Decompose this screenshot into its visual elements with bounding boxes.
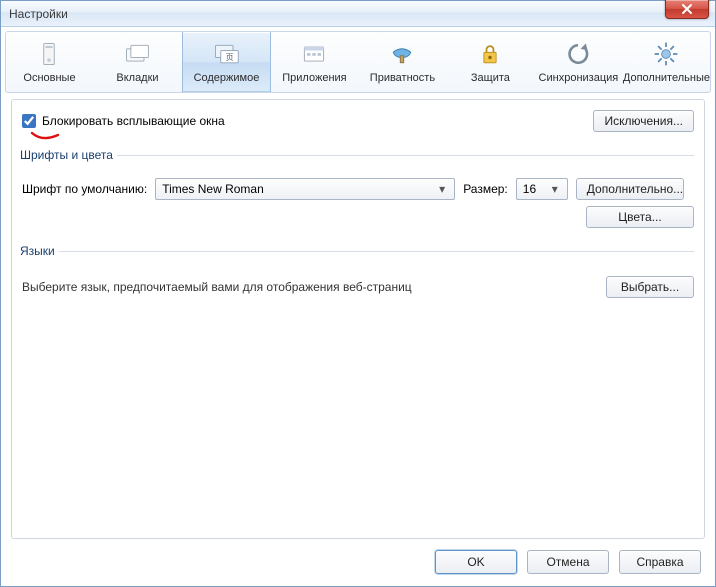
chevron-down-icon: ▾ [547,182,563,196]
general-icon [35,40,63,68]
dialog-buttons: OK Отмена Справка [435,550,701,574]
colors-button[interactable]: Цвета... [586,206,694,228]
ok-button[interactable]: OK [435,550,517,574]
fonts-colors-title: Шрифты и цвета [20,148,117,162]
close-icon [681,3,693,15]
languages-title: Языки [20,244,59,258]
font-size-value: 16 [523,182,536,196]
help-button[interactable]: Справка [619,550,701,574]
tab-security[interactable]: Защита [447,32,535,92]
choose-language-button[interactable]: Выбрать... [606,276,694,298]
exceptions-button[interactable]: Исключения... [593,110,694,132]
font-size-label: Размер: [463,182,508,196]
default-font-select[interactable]: Times New Roman ▾ [155,178,455,200]
advanced-icon [652,40,680,68]
close-button[interactable] [665,0,709,19]
tab-label: Дополнительные [623,72,710,84]
tab-label: Вкладки [116,72,158,84]
tab-label: Синхронизация [539,72,619,84]
default-font-label: Шрифт по умолчанию: [22,182,147,196]
tab-sync[interactable]: Синхронизация [535,32,623,92]
privacy-icon [388,40,416,68]
tab-label: Содержимое [194,72,260,84]
tab-applications[interactable]: Приложения [271,32,359,92]
tab-label: Защита [471,72,510,84]
tab-label: Приложения [282,72,346,84]
window-title: Настройки [9,7,68,21]
tab-tabs[interactable]: Вкладки [94,32,182,92]
svg-text:页: 页 [226,53,234,62]
tab-label: Приватность [370,72,435,84]
cancel-button[interactable]: Отмена [527,550,609,574]
sync-icon [564,40,592,68]
tab-advanced[interactable]: Дополнительные [623,32,710,92]
fonts-advanced-button[interactable]: Дополнительно... [576,178,684,200]
tab-content[interactable]: 页 Содержимое [182,32,271,92]
block-popups-label: Блокировать всплывающие окна [42,114,225,128]
languages-description: Выберите язык, предпочитаемый вами для о… [22,280,412,294]
fonts-colors-section: Шрифты и цвета Шрифт по умолчанию: Times… [22,148,694,228]
content-icon: 页 [212,40,240,68]
tab-label: Основные [23,72,75,84]
block-popups-checkbox[interactable]: Блокировать всплывающие окна [22,114,225,128]
default-font-value: Times New Roman [162,182,264,196]
chevron-down-icon: ▾ [434,182,450,196]
security-icon [476,40,504,68]
tabs-icon [123,40,151,68]
languages-section: Языки Выберите язык, предпочитаемый вами… [22,244,694,298]
block-popups-input[interactable] [22,114,36,128]
title-bar: Настройки [1,1,715,27]
tab-general[interactable]: Основные [6,32,94,92]
applications-icon [300,40,328,68]
annotation-red-mark [30,130,60,140]
font-size-select[interactable]: 16 ▾ [516,178,568,200]
tab-privacy[interactable]: Приватность [359,32,447,92]
settings-tabs: Основные Вкладки 页 Содержимое Приложения [5,31,711,93]
content-panel: Блокировать всплывающие окна Исключения.… [11,99,705,539]
